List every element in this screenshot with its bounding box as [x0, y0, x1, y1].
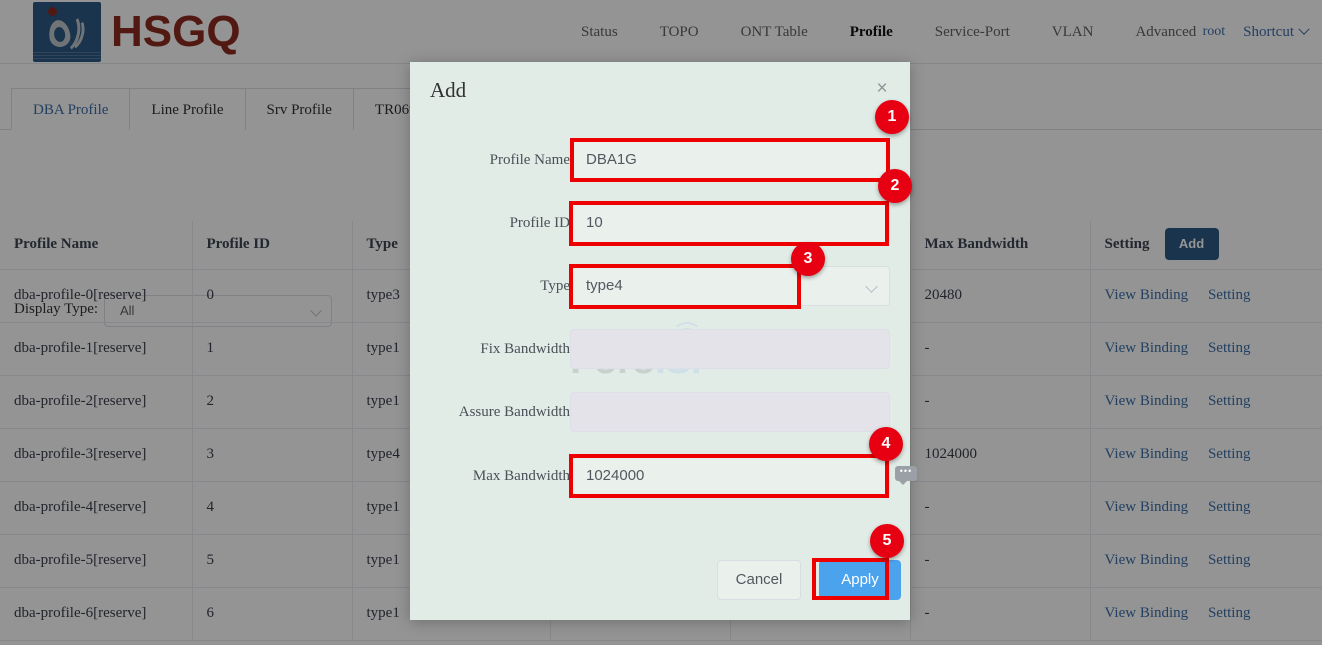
- label-assure-bandwidth: Assure Bandwidth: [458, 404, 570, 420]
- step-badge-4: 4: [869, 427, 903, 461]
- add-dba-profile-dialog: Add × ForoISP Profile Name DBA1G Profile…: [410, 62, 910, 620]
- dialog-title: Add: [430, 78, 467, 102]
- dialog-footer: Cancel Apply: [410, 560, 910, 600]
- step-badge-2: 2: [878, 169, 912, 203]
- profile-name-input[interactable]: DBA1G: [570, 140, 890, 180]
- form-row-profile-id: Profile ID 10: [410, 203, 910, 243]
- type-select[interactable]: type4: [570, 266, 890, 306]
- label-max-bandwidth: Max Bandwidth: [472, 468, 570, 484]
- type-select-value: type4: [586, 277, 623, 294]
- form-row-profile-name: Profile Name DBA1G: [410, 140, 910, 180]
- chevron-down-icon: [865, 280, 878, 293]
- max-bandwidth-input[interactable]: 1024000: [570, 456, 890, 496]
- form-row-type: Type type4: [410, 266, 910, 306]
- assure-bandwidth-input: [570, 392, 890, 432]
- apply-button[interactable]: Apply: [819, 560, 901, 600]
- label-fix-bandwidth: Fix Bandwidth: [480, 341, 570, 357]
- step-badge-5: 5: [870, 524, 904, 558]
- cancel-button[interactable]: Cancel: [717, 560, 801, 600]
- label-type: Type: [540, 278, 570, 294]
- close-icon[interactable]: ×: [873, 79, 891, 99]
- fix-bandwidth-input: [570, 329, 890, 369]
- ellipsis-tooltip: •••: [895, 466, 917, 485]
- step-badge-1: 1: [875, 100, 909, 134]
- form-row-fix-bandwidth: Fix Bandwidth: [410, 329, 910, 369]
- form-row-max-bandwidth: Max Bandwidth 1024000: [410, 456, 910, 496]
- form-row-assure-bandwidth: Assure Bandwidth: [410, 392, 910, 432]
- label-profile-name: Profile Name: [489, 152, 570, 168]
- label-profile-id: Profile ID: [509, 215, 570, 231]
- profile-id-input[interactable]: 10: [570, 203, 890, 243]
- step-badge-3: 3: [791, 242, 825, 276]
